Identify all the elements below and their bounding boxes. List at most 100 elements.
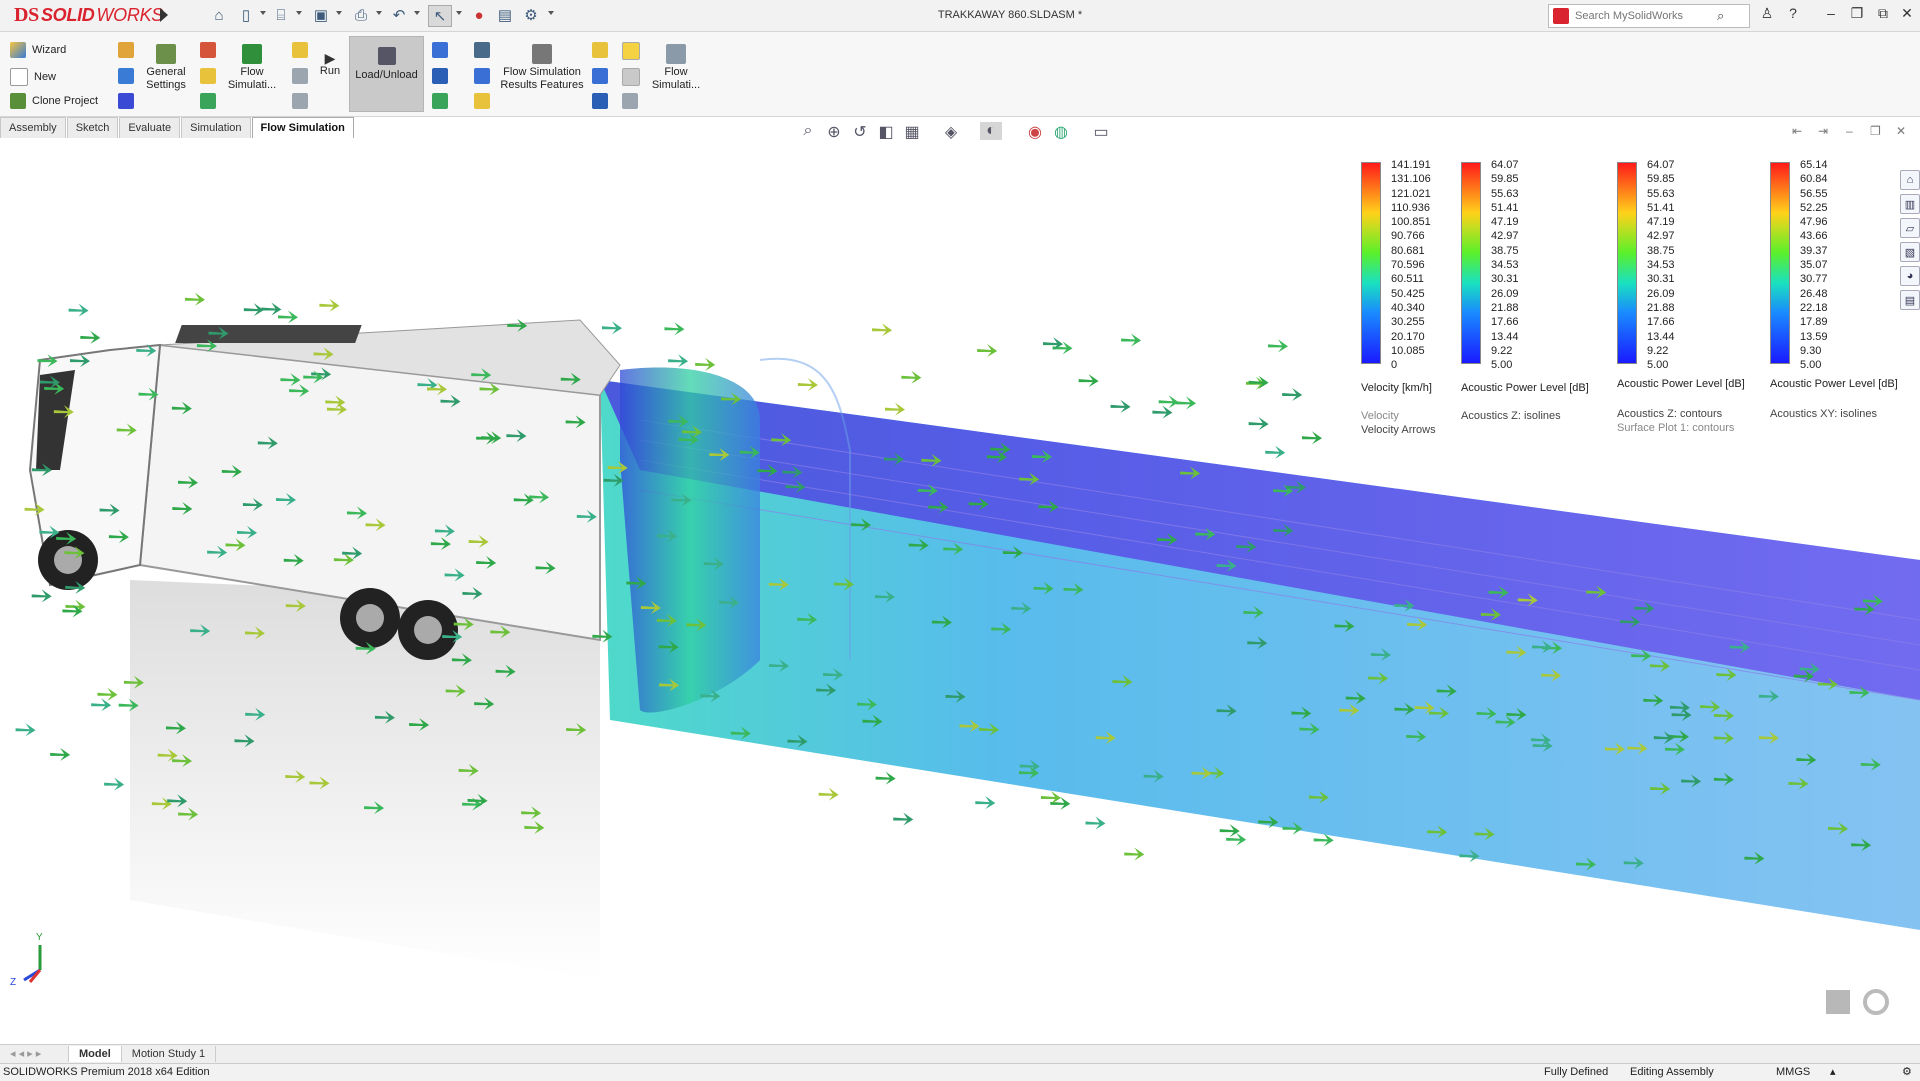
taskpane-view-palette-icon[interactable]: ▧	[1900, 242, 1920, 262]
ribbon-tool-icon-7[interactable]	[292, 42, 308, 58]
close-icon[interactable]: ✕	[1896, 5, 1918, 22]
ribbon-tool-icon-16[interactable]	[592, 42, 608, 58]
options-gear-icon[interactable]: ⚙	[520, 5, 542, 25]
tile-icon[interactable]: ⧉	[1872, 5, 1894, 22]
menu-expand-icon[interactable]	[160, 8, 168, 22]
tab-model[interactable]: Model	[69, 1046, 122, 1062]
undo-dropdown-icon[interactable]	[414, 11, 420, 15]
tab-motion-study-1[interactable]: Motion Study 1	[122, 1046, 217, 1062]
run-button[interactable]: ▶ Run	[316, 51, 344, 78]
new-document-icon[interactable]: ▯	[235, 5, 257, 25]
dynamic-annotation-icon[interactable]: ▦	[901, 122, 923, 142]
ribbon-tool-icon-10[interactable]	[432, 42, 448, 58]
zoom-to-fit-icon[interactable]: ⌕	[797, 122, 819, 140]
viewport-close-icon[interactable]: ✕	[1896, 124, 1906, 138]
user-icon[interactable]: ♙	[1756, 5, 1778, 22]
flow-simulation-label-1: Flow Simulati...	[227, 66, 277, 91]
wizard-button[interactable]: Wizard	[10, 42, 66, 58]
open-folder-icon[interactable]: ⌸	[270, 5, 292, 25]
rebuild-icon[interactable]: ●	[468, 5, 490, 25]
solidworks-logo[interactable]: DS SOLID WORKS	[14, 3, 163, 27]
print-icon[interactable]: ⎙	[350, 5, 372, 25]
general-settings-icon	[156, 44, 176, 64]
ribbon-tool-icon-19[interactable]	[622, 68, 640, 86]
zoom-to-area-icon[interactable]: ⊕	[823, 122, 845, 142]
ribbon-tool-icon-17[interactable]	[592, 68, 608, 84]
select-pointer-icon[interactable]: ↖	[428, 5, 452, 27]
clone-project-button[interactable]: Clone Project	[10, 93, 98, 109]
units-dropdown-icon[interactable]: ▴	[1830, 1064, 1836, 1081]
tab-scroll-arrows[interactable]: ◂ ◂ ▸ ▸	[0, 1046, 69, 1062]
ribbon-tool-icon-14[interactable]	[474, 68, 490, 84]
taskpane-custom-properties-icon[interactable]: ▤	[1900, 290, 1920, 310]
ribbon-tool-icon-13[interactable]	[474, 42, 490, 58]
ribbon-tool-icon-1[interactable]	[118, 42, 134, 58]
tab-simulation[interactable]: Simulation	[181, 117, 251, 138]
tab-flow-simulation[interactable]: Flow Simulation	[251, 117, 354, 138]
previous-view-icon[interactable]: ↺	[849, 122, 871, 142]
ribbon-tool-icon-2[interactable]	[118, 68, 134, 84]
minimize-icon[interactable]: –	[1820, 5, 1842, 21]
magnifier-icon[interactable]: ⌕	[1717, 8, 1724, 24]
velocity-arrow	[185, 292, 206, 306]
status-settings-icon[interactable]: ⚙	[1902, 1064, 1912, 1081]
flow-simulation-results-features-button[interactable]: Flow Simulation Results Features	[496, 44, 588, 92]
general-settings-button[interactable]: General Settings	[142, 44, 190, 92]
taskpane-file-explorer-icon[interactable]: ▱	[1900, 218, 1920, 238]
lightbulb-toggle-icon[interactable]	[622, 42, 640, 60]
ribbon-tool-icon-6[interactable]	[200, 93, 216, 109]
viewport-arrow-right-icon[interactable]: ⇥	[1818, 124, 1828, 138]
undo-icon[interactable]: ↶	[388, 5, 410, 25]
velocity-arrow	[1124, 847, 1145, 861]
taskpane-design-library-icon[interactable]: ▥	[1900, 194, 1920, 214]
viewport-restore-icon[interactable]: ❐	[1870, 124, 1881, 138]
file-properties-icon[interactable]: ▤	[494, 5, 516, 25]
velocity-arrow	[50, 747, 71, 761]
hide-show-items-icon[interactable]: ◉	[1024, 122, 1046, 142]
ribbon-tool-icon-18[interactable]	[592, 93, 608, 109]
ribbon-tool-icon-12[interactable]	[432, 93, 448, 109]
search-input[interactable]	[1573, 9, 1717, 23]
ribbon-tool-icon-9[interactable]	[292, 93, 308, 109]
viewport-arrow-left-icon[interactable]: ⇤	[1792, 124, 1802, 138]
status-units[interactable]: MMGS	[1776, 1064, 1810, 1081]
restore-icon[interactable]: ❐	[1846, 5, 1868, 22]
ribbon-tool-icon-3[interactable]	[118, 93, 134, 109]
select-dropdown-icon[interactable]	[456, 11, 462, 15]
options-dropdown-icon[interactable]	[548, 11, 554, 15]
print-dropdown-icon[interactable]	[376, 11, 382, 15]
tab-sketch[interactable]: Sketch	[66, 117, 119, 138]
search-box[interactable]: ⌕	[1548, 4, 1750, 28]
flow-simulation-button-1[interactable]: Flow Simulati...	[224, 44, 280, 92]
load-unload-button[interactable]: Load/Unload	[349, 36, 424, 112]
velocity-legend-subtitle-2: Velocity Arrows	[1361, 424, 1436, 436]
ribbon-tool-icon-8[interactable]	[292, 68, 308, 84]
ribbon-tool-icon-4[interactable]	[200, 42, 216, 58]
save-dropdown-icon[interactable]	[336, 11, 342, 15]
home-icon[interactable]: ⌂	[208, 5, 230, 25]
tab-evaluate[interactable]: Evaluate	[119, 117, 181, 138]
view-orientation-icon[interactable]: ◈	[940, 122, 962, 142]
velocity-arrow	[319, 298, 340, 312]
save-icon[interactable]: ▣	[310, 5, 332, 25]
tab-assembly[interactable]: Assembly	[0, 117, 66, 138]
new-project-button[interactable]: New	[10, 68, 56, 86]
velocity-arrow	[901, 370, 922, 384]
help-icon[interactable]: ?	[1782, 5, 1804, 21]
edit-appearance-icon[interactable]: ◍	[1050, 122, 1072, 142]
taskpane-appearances-icon[interactable]: ◕	[1900, 266, 1920, 286]
section-view-icon[interactable]: ◧	[875, 122, 897, 142]
new-dropdown-icon[interactable]	[260, 11, 266, 15]
flow-simulation-button-2[interactable]: Flow Simulati...	[648, 44, 704, 92]
document-title: TRAKKAWAY 860.SLDASM *	[937, 9, 1083, 21]
ribbon-tool-icon-11[interactable]	[432, 68, 448, 84]
acoustic-xy-isolines-caption: Acoustic Power Level [dB]	[1770, 378, 1898, 390]
display-style-icon[interactable]: ◐	[980, 122, 1002, 140]
ribbon-tool-icon-20[interactable]	[622, 93, 638, 109]
taskpane-home-icon[interactable]: ⌂	[1900, 170, 1920, 190]
ribbon-tool-icon-15[interactable]	[474, 93, 490, 109]
view-settings-icon[interactable]: ▭	[1090, 122, 1112, 142]
viewport-minimize-icon[interactable]: –	[1846, 124, 1853, 138]
ribbon-tool-icon-5[interactable]	[200, 68, 216, 84]
open-dropdown-icon[interactable]	[296, 11, 302, 15]
